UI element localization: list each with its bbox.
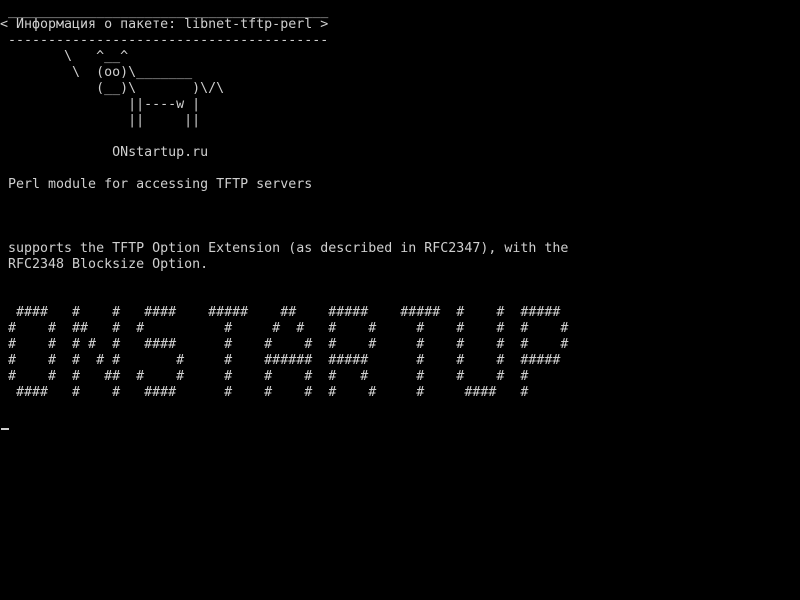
banner-art-line: # # # # # #### # # # # # # # # # # [0,337,569,352]
banner-art-line: # # # # # # # ###### ##### # # # ##### [0,353,561,368]
package-description: supports the TFTP Option Extension (as d… [0,241,569,256]
terminal-screen[interactable]: ________________________________________… [0,0,800,600]
cow-art-line: \ ^__^ [0,49,129,64]
cow-art-line: || || [0,113,201,128]
banner-art-line: # # ## # # # # # # # # # # # # [0,321,569,336]
cow-art-line: \ (oo)\_______ [0,65,193,80]
banner-art-line: # # # ## # # # # # # # # # # # [0,369,529,384]
package-info-title: < Информация о пакете: libnet-tftp-perl … [0,17,329,32]
cow-art-line: ||----w | [0,97,201,112]
banner-art-line: #### # # #### ##### ## ##### ##### # # #… [0,305,561,320]
site-name: ONstartup.ru [0,145,209,160]
speech-bubble-bottom: ---------------------------------------- [0,33,329,48]
package-summary: Perl module for accessing TFTP servers [0,177,313,192]
banner-art-line: #### # # #### # # # # # # #### # [0,385,529,400]
cow-art-line: (__)\ )\/\ [0,81,225,96]
package-description: RFC2348 Blocksize Option. [0,257,209,272]
text-cursor [1,428,9,430]
